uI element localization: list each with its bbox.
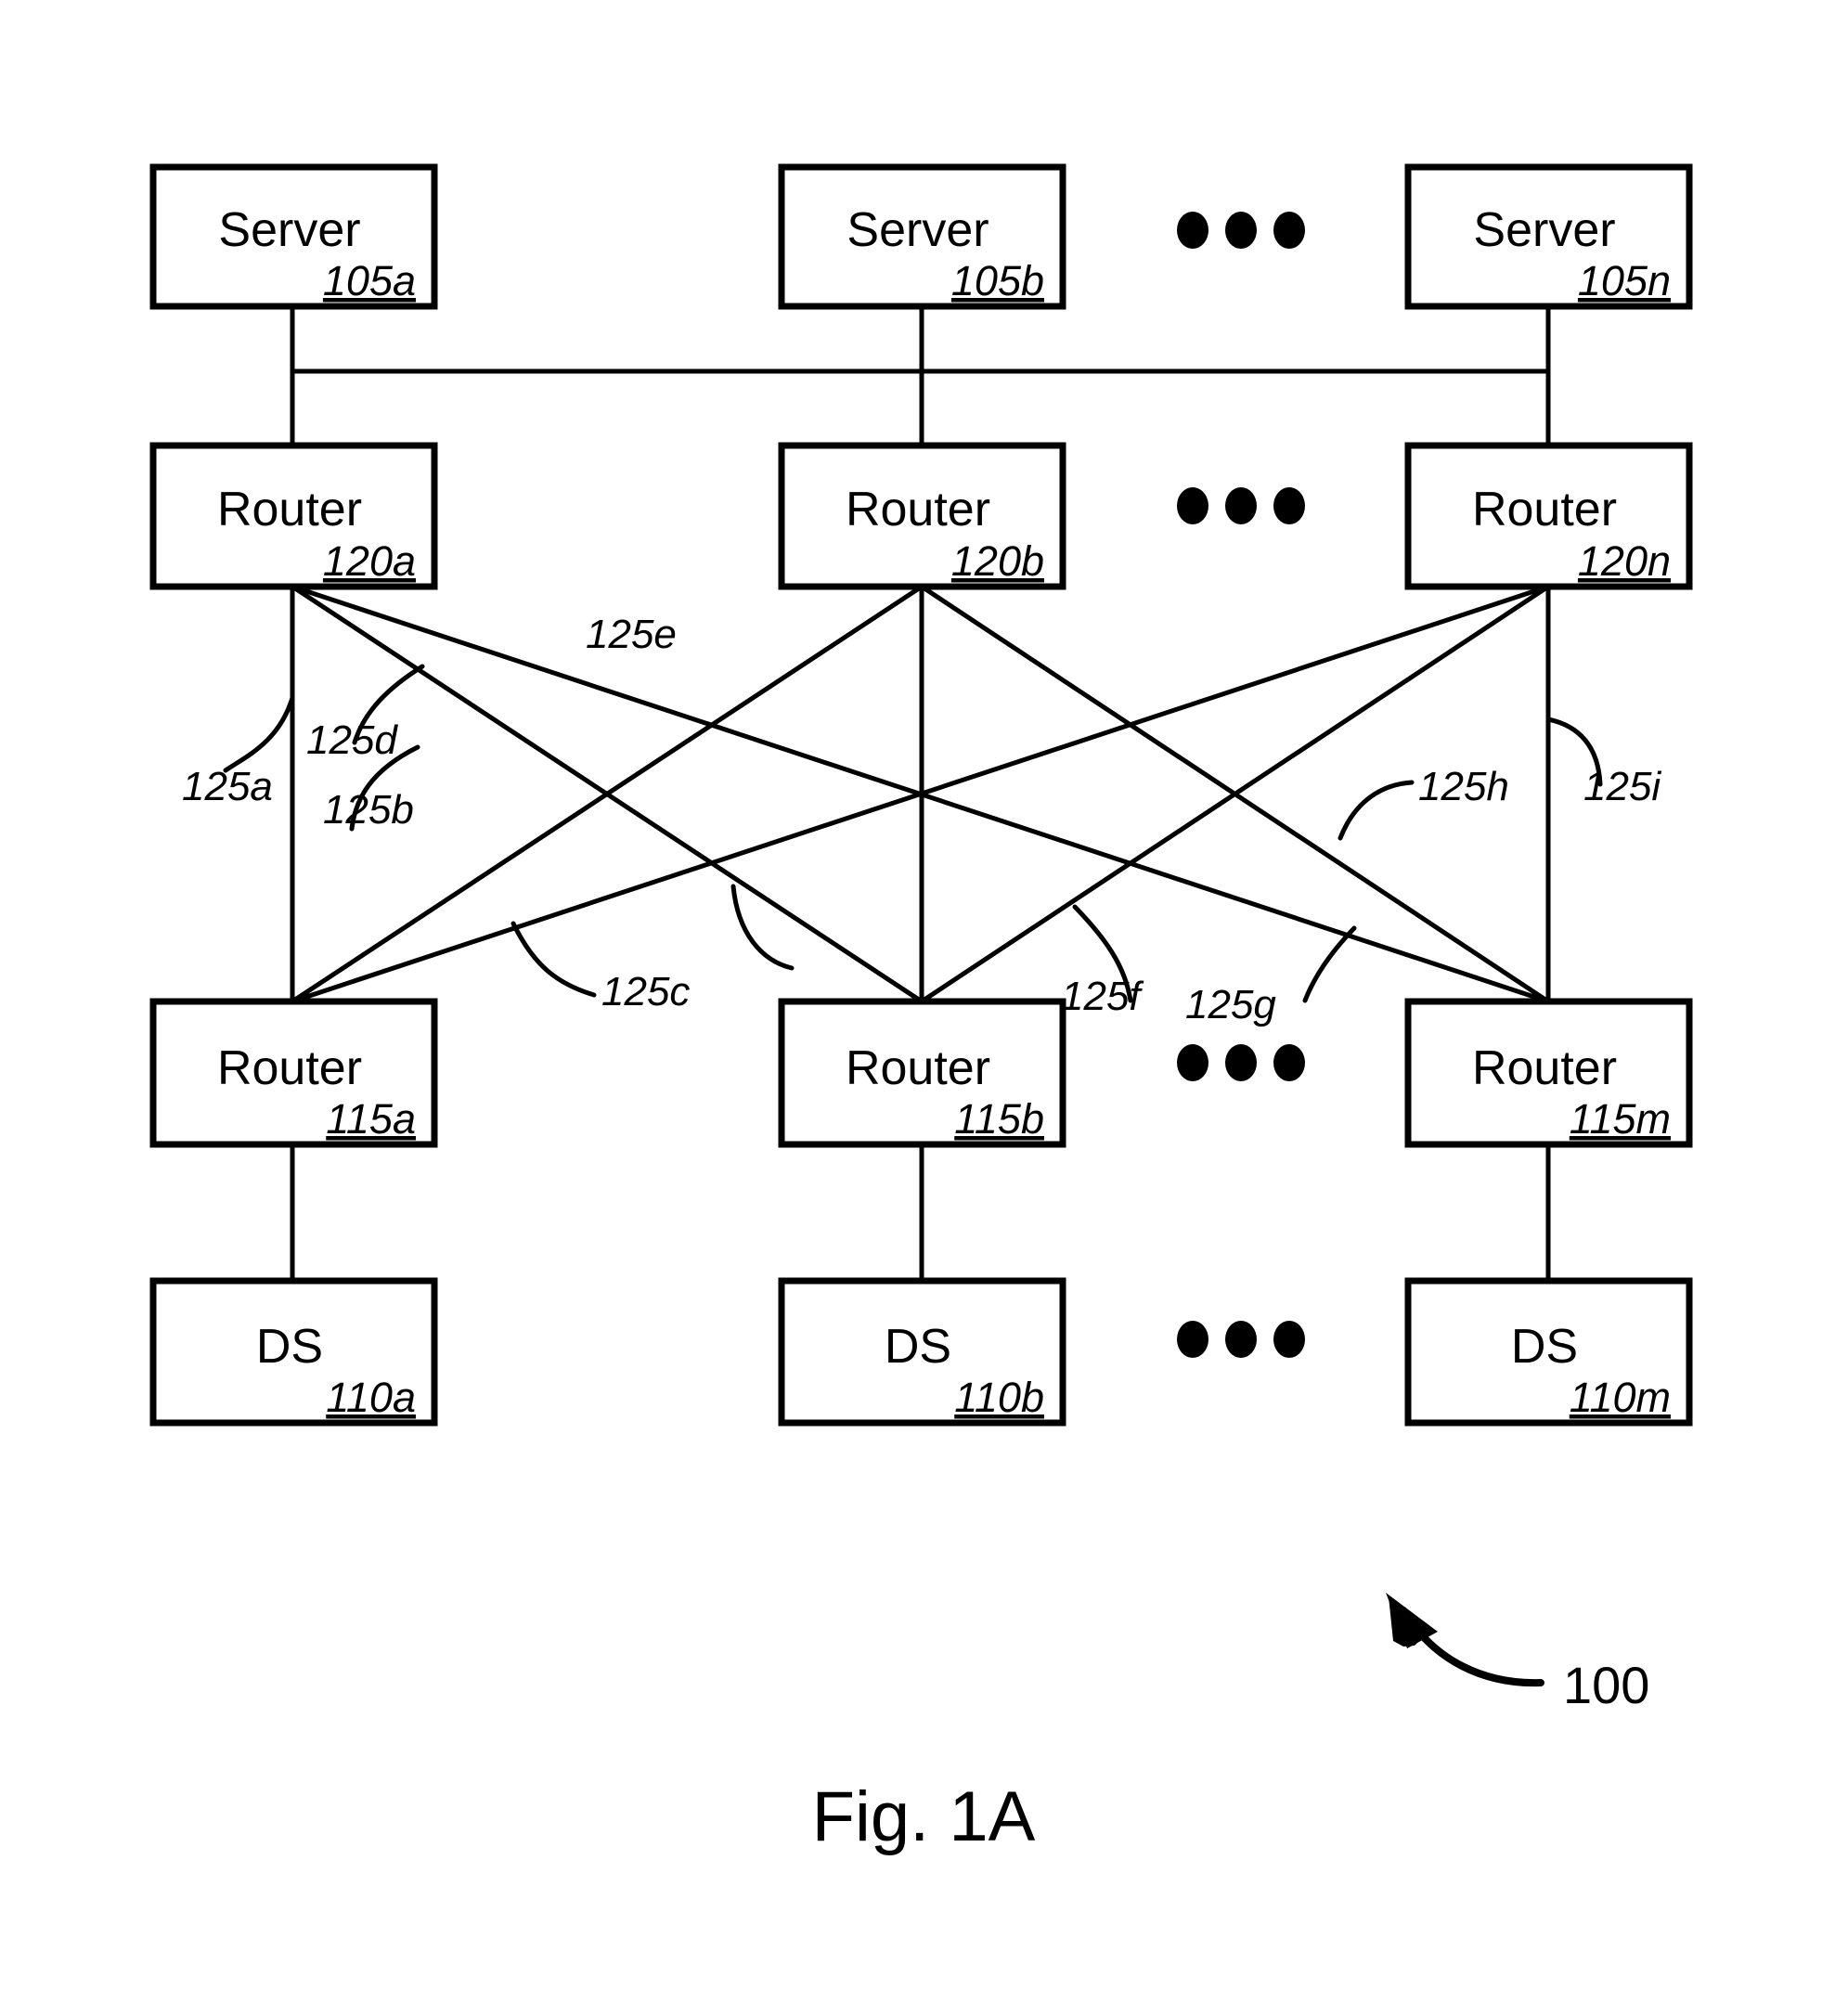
router-115b-label: Router (846, 1041, 990, 1095)
node-router-115b[interactable]: Router 115b (778, 998, 1066, 1148)
node-ds-110a[interactable]: DS 110a (149, 1277, 438, 1427)
server-105n-label: Server (1473, 203, 1615, 257)
router-120b-label: Router (846, 483, 990, 536)
system-reference-callout: 100 (1386, 1593, 1649, 1714)
ds-110m-label: DS (1511, 1320, 1578, 1374)
ellipsis-lower-routers (1177, 1044, 1305, 1081)
ellipsis-data-stores (1177, 1321, 1305, 1358)
link-label-125h: 125h (1418, 764, 1509, 809)
ds-110b-ref: 110b (954, 1374, 1044, 1421)
router-115m-ref: 115m (1570, 1095, 1671, 1143)
ds-110m-ref: 110m (1570, 1374, 1671, 1421)
router-120a-label: Router (217, 483, 362, 536)
router-115a-ref: 115a (326, 1095, 416, 1143)
router-115m-label: Router (1472, 1041, 1617, 1095)
router-120n-ref: 120n (1578, 537, 1671, 585)
server-105a-ref: 105a (323, 257, 416, 304)
router-120a-ref: 120a (323, 537, 416, 585)
leader-125h (1338, 780, 1415, 841)
server-105b-ref: 105b (951, 257, 1044, 304)
ds-110b-label: DS (885, 1320, 951, 1374)
network-topology-diagram: Server 105a Server 105b Server 105n Rout… (149, 163, 1693, 1856)
link-label-125a: 125a (182, 764, 273, 809)
router-120b-ref: 120b (951, 537, 1044, 585)
leader-125a (223, 695, 295, 773)
router-120n-label: Router (1472, 483, 1617, 536)
server-to-router-links (290, 306, 1551, 446)
link-label-125i: 125i (1583, 764, 1661, 809)
router-115a-label: Router (217, 1041, 362, 1095)
link-label-125e: 125e (586, 612, 677, 657)
node-router-120b[interactable]: Router 120b (778, 442, 1066, 590)
server-105b-label: Server (846, 203, 989, 257)
link-label-125g: 125g (1185, 982, 1276, 1027)
leader-125g (1302, 925, 1357, 1003)
ds-110a-label: DS (256, 1320, 323, 1374)
node-router-120n[interactable]: Router 120n (1404, 442, 1693, 590)
ellipsis-upper-routers (1177, 487, 1305, 524)
node-router-115m[interactable]: Router 115m (1404, 998, 1693, 1148)
node-server-105n[interactable]: Server 105n (1404, 163, 1693, 310)
server-105n-ref: 105n (1578, 257, 1671, 304)
leader-125c (510, 921, 597, 998)
system-ref-leader (1400, 1607, 1544, 1687)
ds-110a-ref: 110a (326, 1374, 416, 1421)
figure-1a-root: Server 105a Server 105b Server 105n Rout… (0, 0, 1848, 2015)
server-105a-label: Server (218, 203, 360, 257)
node-ds-110m[interactable]: DS 110m (1404, 1277, 1693, 1427)
node-ds-110b[interactable]: DS 110b (778, 1277, 1066, 1427)
link-label-125f: 125f (1061, 974, 1144, 1019)
node-server-105b[interactable]: Server 105b (778, 163, 1066, 310)
ellipsis-servers (1177, 212, 1305, 249)
router-to-ds-links (290, 1144, 1551, 1281)
system-ref-label: 100 (1563, 1656, 1649, 1714)
node-router-115a[interactable]: Router 115a (149, 998, 438, 1148)
router-mesh-links (290, 584, 1551, 1004)
link-label-125c: 125c (601, 969, 690, 1014)
router-115b-ref: 115b (954, 1095, 1044, 1143)
node-server-105a[interactable]: Server 105a (149, 163, 438, 310)
figure-caption: Fig. 1A (812, 1777, 1036, 1856)
link-label-125d: 125d (306, 717, 398, 763)
link-label-125b: 125b (323, 787, 414, 833)
node-router-120a[interactable]: Router 120a (149, 442, 438, 590)
